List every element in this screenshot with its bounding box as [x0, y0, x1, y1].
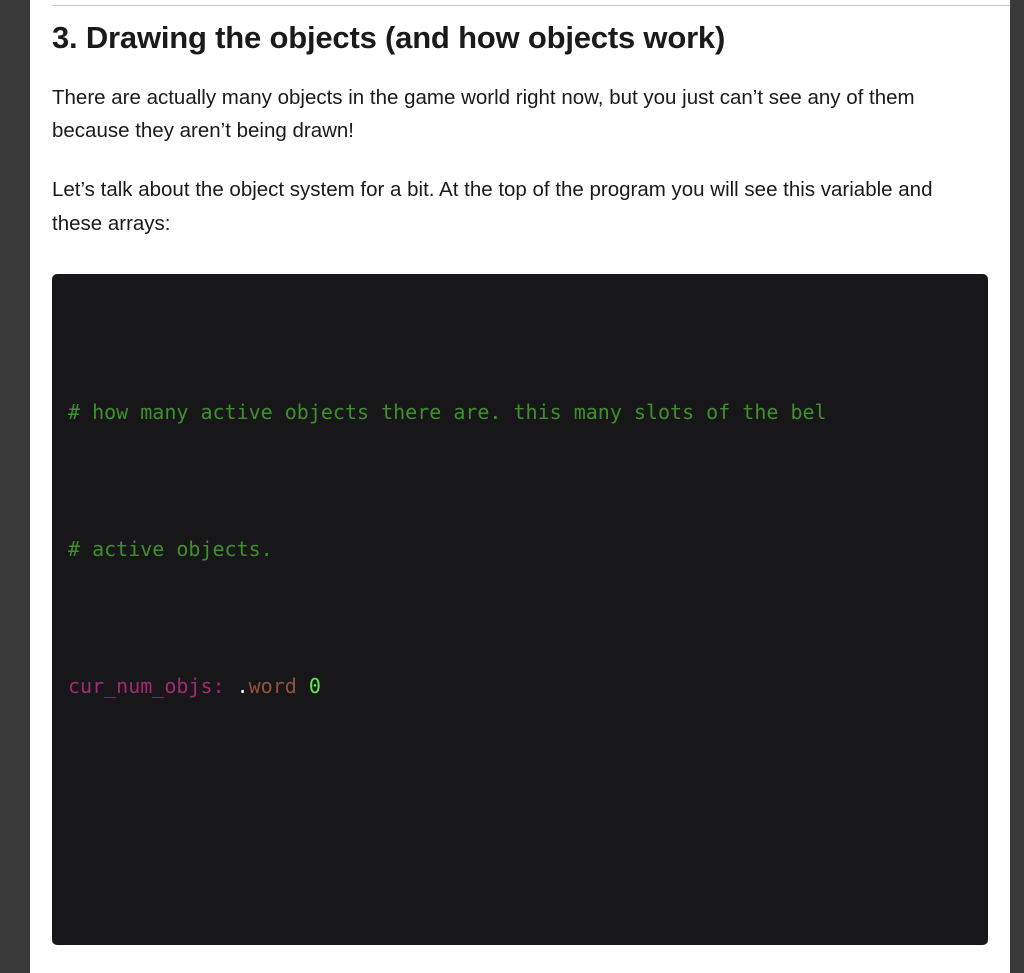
page-title: 3. Drawing the objects (and how objects …	[52, 20, 726, 55]
browser-viewport: 3. Drawing the objects (and how objects …	[0, 0, 1024, 973]
paragraph-object-system: Let’s talk about the object system for a…	[52, 178, 933, 235]
code-block[interactable]: # how many active objects there are. thi…	[52, 273, 988, 945]
code-line: # Object arrays. These are parallel arra…	[68, 944, 988, 945]
left-gutter	[0, 0, 30, 973]
code-lines: # how many active objects there are. thi…	[68, 292, 988, 945]
scrollbar-track[interactable]	[1010, 0, 1024, 973]
code-line: # active objects.	[68, 532, 988, 566]
paragraph-intro: There are actually many objects in the g…	[52, 86, 915, 143]
code-comment: # active objects.	[68, 536, 273, 561]
code-label: cur_num_objs:	[68, 674, 225, 699]
code-line: cur_num_objs: .word 0	[68, 669, 988, 703]
document-page: 3. Drawing the objects (and how objects …	[30, 0, 1010, 973]
code-dot: .	[236, 674, 249, 699]
code-directive: word	[248, 674, 297, 699]
code-number: 0	[308, 674, 321, 699]
code-comment: # how many active objects there are. thi…	[68, 399, 827, 424]
code-line: # how many active objects there are. thi…	[68, 395, 988, 429]
document-content: 3. Drawing the objects (and how objects …	[52, 0, 1010, 945]
